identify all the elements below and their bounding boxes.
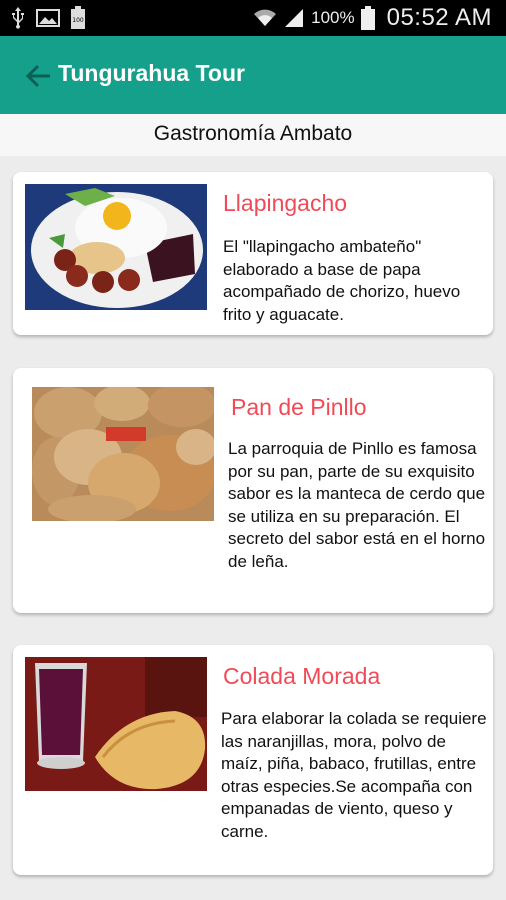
app-title: Tungurahua Tour	[58, 60, 245, 86]
dish-card-pan-de-pinllo[interactable]: Pan de Pinllo La parroquia de Pinllo es …	[13, 368, 493, 613]
dish-name: Colada Morada	[223, 663, 381, 689]
battery-icon	[360, 6, 375, 30]
signal-icon	[285, 9, 304, 27]
dish-name: Llapingacho	[223, 190, 348, 216]
wifi-icon	[254, 9, 277, 26]
svg-text:100: 100	[72, 17, 84, 24]
status-bar: 100 100% 05:52 AM	[0, 0, 506, 36]
section-title: Gastronomía Ambato	[153, 122, 353, 145]
dish-description: El "llapingacho ambateño" elaborado a ba…	[223, 237, 461, 324]
dish-description: La parroquia de Pinllo es famosa por su …	[228, 439, 486, 571]
dish-photo-colada-morada	[25, 657, 207, 791]
dish-card-llapingacho[interactable]: Llapingacho El "llapingacho ambateño" el…	[13, 172, 493, 335]
dish-photo-pan-de-pinllo	[32, 387, 214, 521]
dish-description: Para elaborar la colada se requiere las …	[221, 709, 487, 841]
app-bar: Tungurahua Tour	[0, 36, 506, 114]
battery-percentage: 100%	[311, 8, 355, 27]
battery-small-icon: 100	[71, 6, 85, 29]
image-icon	[36, 9, 60, 27]
arrow-left-icon[interactable]	[24, 62, 52, 90]
clock: 05:52 AM	[386, 4, 492, 31]
usb-icon	[12, 7, 24, 29]
dish-photo-llapingacho	[25, 184, 207, 310]
section-header: Gastronomía Ambato	[0, 114, 506, 156]
dish-card-colada-morada[interactable]: Colada Morada Para elaborar la colada se…	[13, 645, 493, 875]
dish-name: Pan de Pinllo	[231, 394, 367, 420]
